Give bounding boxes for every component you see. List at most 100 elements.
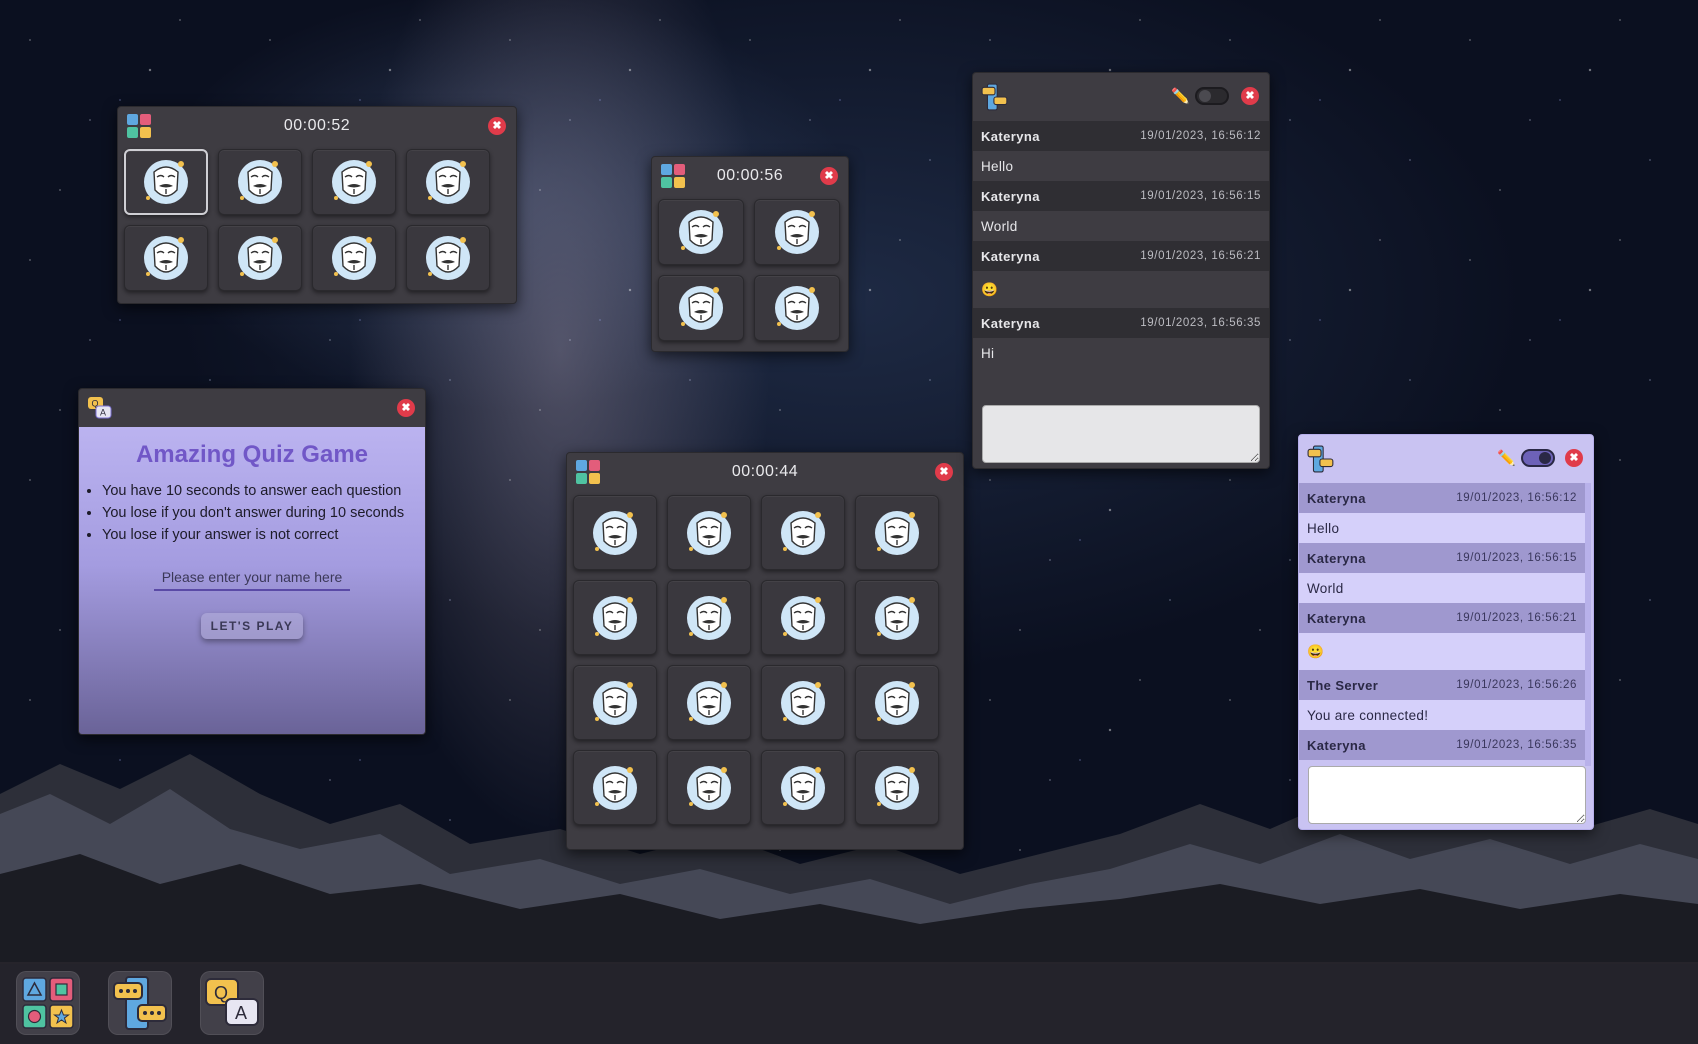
memory-card[interactable] — [658, 199, 744, 265]
message-text: World — [1299, 573, 1585, 603]
anonymous-mask-icon — [781, 680, 825, 725]
message-input[interactable] — [1308, 766, 1586, 824]
memory-game-window-3[interactable]: 00:00:44 ✖ — [566, 452, 964, 850]
memory-card[interactable] — [312, 225, 396, 291]
memory-card[interactable] — [761, 580, 845, 655]
card-grid — [118, 145, 516, 297]
memory-window-titlebar[interactable]: 00:00:56 ✖ — [652, 157, 848, 195]
message-author: Kateryna — [1307, 490, 1366, 506]
close-icon[interactable]: ✖ — [820, 167, 838, 185]
chat-window-titlebar[interactable]: ✏️ ✖ — [973, 73, 1269, 121]
memory-card[interactable] — [124, 149, 208, 215]
anonymous-mask-icon — [875, 595, 919, 640]
message-author: Kateryna — [981, 188, 1040, 204]
chat-window-dark[interactable]: ✏️ ✖ Kateryna 19/01/2023, 16:56:12 Hello … — [972, 72, 1270, 469]
message-author: Kateryna — [1307, 550, 1366, 566]
chat-window-light[interactable]: ✏️ ✖ Kateryna 19/01/2023, 16:56:12 Hello … — [1298, 434, 1594, 830]
lets-play-button[interactable]: LET'S PLAY — [200, 613, 304, 639]
memory-card[interactable] — [667, 750, 751, 825]
memory-window-titlebar[interactable]: 00:00:44 ✖ — [567, 453, 963, 491]
taskbar: Q A — [0, 962, 1698, 1044]
svg-text:A: A — [235, 1003, 247, 1023]
anonymous-mask-icon — [593, 595, 637, 640]
message-text: 😀 — [1299, 633, 1585, 670]
memory-card[interactable] — [658, 275, 744, 341]
quiz-body: Amazing Quiz Game You have 10 seconds to… — [79, 427, 425, 734]
message-text: World — [973, 211, 1269, 241]
memory-card[interactable] — [855, 750, 939, 825]
memory-game-window-2[interactable]: 00:00:56 ✖ — [651, 156, 849, 352]
memory-card[interactable] — [124, 225, 208, 291]
memory-game-window-1[interactable]: 00:00:52 ✖ — [117, 106, 517, 304]
memory-window-titlebar[interactable]: 00:00:52 ✖ — [118, 107, 516, 145]
close-icon[interactable]: ✖ — [488, 117, 506, 135]
close-icon[interactable]: ✖ — [1565, 449, 1583, 467]
memory-card[interactable] — [573, 665, 657, 740]
game-timer: 00:00:52 — [283, 117, 351, 134]
message-text: You are connected! — [1299, 700, 1585, 730]
anonymous-mask-icon — [687, 680, 731, 725]
memory-game-launcher[interactable] — [16, 971, 80, 1035]
pencil-icon[interactable]: ✏️ — [1497, 449, 1516, 467]
message-timestamp: 19/01/2023, 16:56:15 — [1456, 552, 1577, 564]
quiz-game-window[interactable]: Q A ✖ Amazing Quiz Game You have 10 seco… — [78, 388, 426, 735]
toggle-knob — [1539, 452, 1551, 464]
message-list: Kateryna 19/01/2023, 16:56:12 Hello Kater… — [973, 121, 1269, 405]
quiz-launcher[interactable]: Q A — [200, 971, 264, 1035]
memory-card[interactable] — [573, 750, 657, 825]
toggle-knob — [1199, 90, 1211, 102]
memory-card[interactable] — [761, 495, 845, 570]
anonymous-mask-icon — [426, 160, 470, 204]
memory-card[interactable] — [406, 225, 490, 291]
memory-card[interactable] — [218, 225, 302, 291]
theme-toggle[interactable] — [1521, 449, 1555, 467]
pencil-icon[interactable]: ✏️ — [1171, 87, 1190, 105]
memory-card[interactable] — [667, 580, 751, 655]
memory-card[interactable] — [754, 199, 840, 265]
anonymous-mask-icon — [332, 236, 376, 280]
close-icon[interactable]: ✖ — [935, 463, 953, 481]
memory-card[interactable] — [667, 495, 751, 570]
anonymous-mask-icon — [144, 236, 188, 280]
message-author: Kateryna — [1307, 737, 1366, 753]
quiz-window-titlebar[interactable]: Q A ✖ — [79, 389, 425, 427]
memory-card[interactable] — [855, 495, 939, 570]
message-header: Kateryna 19/01/2023, 16:56:35 — [1299, 730, 1585, 760]
quiz-title: Amazing Quiz Game — [135, 441, 369, 468]
chat-window-titlebar[interactable]: ✏️ ✖ — [1299, 435, 1593, 483]
player-name-input[interactable] — [154, 565, 350, 591]
rule-item: You lose if your answer is not correct — [102, 527, 425, 543]
memory-card[interactable] — [312, 149, 396, 215]
message-author: Kateryna — [981, 248, 1040, 264]
memory-game-app-icon — [22, 977, 74, 1029]
rule-item: You lose if you don't answer during 10 s… — [102, 505, 425, 521]
memory-card[interactable] — [754, 275, 840, 341]
anonymous-mask-icon — [593, 680, 637, 725]
quiz-rules: You have 10 seconds to answer each quest… — [102, 483, 425, 543]
memory-card[interactable] — [761, 750, 845, 825]
memory-card[interactable] — [573, 580, 657, 655]
memory-card[interactable] — [573, 495, 657, 570]
memory-card[interactable] — [406, 149, 490, 215]
chat-app-icon — [981, 83, 1008, 111]
message-text: Hello — [973, 151, 1269, 181]
close-icon[interactable]: ✖ — [1241, 87, 1259, 105]
anonymous-mask-icon — [426, 236, 470, 280]
close-icon[interactable]: ✖ — [397, 399, 415, 417]
svg-text:A: A — [100, 408, 106, 418]
memory-card[interactable] — [855, 580, 939, 655]
quiz-app-icon: Q A — [88, 397, 112, 419]
memory-card[interactable] — [761, 665, 845, 740]
anonymous-mask-icon — [775, 210, 819, 254]
theme-toggle[interactable] — [1195, 87, 1229, 105]
chat-launcher[interactable] — [108, 971, 172, 1035]
message-header: Kateryna 19/01/2023, 16:56:12 — [973, 121, 1269, 151]
message-input[interactable] — [982, 405, 1260, 463]
message-header: Kateryna 19/01/2023, 16:56:21 — [1299, 603, 1585, 633]
memory-card[interactable] — [218, 149, 302, 215]
memory-card[interactable] — [855, 665, 939, 740]
message-timestamp: 19/01/2023, 16:56:12 — [1456, 492, 1577, 504]
memory-card[interactable] — [667, 665, 751, 740]
anonymous-mask-icon — [781, 595, 825, 640]
anonymous-mask-icon — [781, 765, 825, 810]
